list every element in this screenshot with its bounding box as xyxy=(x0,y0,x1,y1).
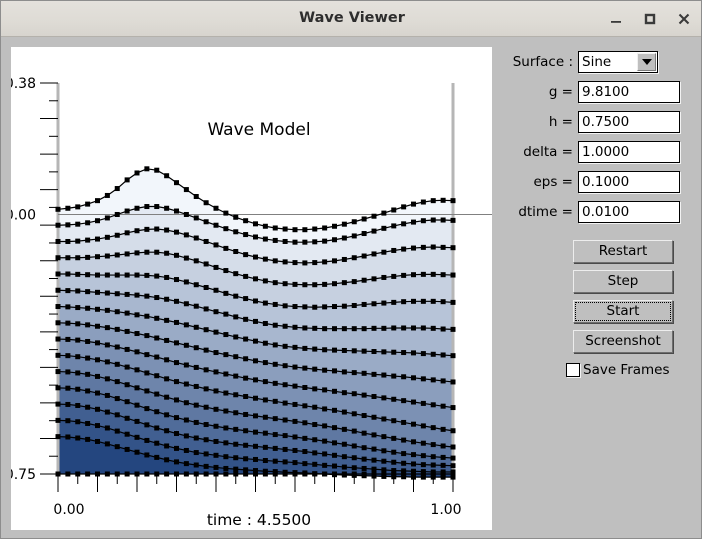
wave-viewer-window: Wave Viewer Wave Model 0.38 0.00 -0.75 0.00 xyxy=(0,0,702,539)
surface-label: Surface : xyxy=(512,54,573,70)
h-label: h = xyxy=(548,114,573,130)
window-title: Wave Viewer xyxy=(299,10,405,26)
surface-row: Surface : Sine xyxy=(505,51,658,73)
svg-text:0.38: 0.38 xyxy=(11,76,36,92)
g-input[interactable]: 9.8100 xyxy=(578,81,680,103)
eps-label: eps = xyxy=(533,174,573,190)
chart-title: Wave Model xyxy=(207,120,310,140)
control-panel: Surface : Sine g = 9.8100 h = 0.7500 del… xyxy=(496,45,696,525)
wave-model-chart: Wave Model 0.38 0.00 -0.75 0.00 1.00 time : … xyxy=(11,76,492,529)
chart-time-label: time : 4.5500 xyxy=(207,511,311,529)
chevron-down-icon[interactable] xyxy=(637,53,656,71)
svg-text:0.00: 0.00 xyxy=(11,207,36,223)
save-frames-row[interactable]: Save Frames xyxy=(566,360,670,380)
svg-text:1.00: 1.00 xyxy=(430,502,461,518)
screenshot-button[interactable]: Screenshot xyxy=(573,330,673,353)
delta-input[interactable]: 1.0000 xyxy=(578,141,680,163)
save-frames-checkbox[interactable] xyxy=(566,363,580,377)
maximize-icon[interactable] xyxy=(640,9,660,29)
g-row: g = 9.8100 xyxy=(505,81,680,103)
step-button[interactable]: Step xyxy=(573,270,673,293)
plot-panel: Wave Model 0.38 0.00 -0.75 0.00 1.00 time : … xyxy=(11,47,492,530)
h-row: h = 0.7500 xyxy=(505,111,680,133)
svg-text:-0.75: -0.75 xyxy=(11,467,36,483)
surface-select[interactable]: Sine xyxy=(578,51,658,73)
start-button[interactable]: Start xyxy=(573,300,673,323)
close-icon[interactable] xyxy=(674,9,694,29)
title-bar: Wave Viewer xyxy=(1,1,701,37)
dtime-label: dtime = xyxy=(518,204,573,220)
dtime-input[interactable]: 0.0100 xyxy=(578,201,680,223)
start-button-label: Start xyxy=(606,303,640,319)
g-label: g = xyxy=(548,84,573,100)
svg-text:0.00: 0.00 xyxy=(53,502,84,518)
minimize-icon[interactable] xyxy=(606,9,626,29)
surface-select-value: Sine xyxy=(582,54,612,70)
delta-row: delta = 1.0000 xyxy=(505,141,680,163)
restart-button[interactable]: Restart xyxy=(573,240,673,263)
eps-input[interactable]: 0.1000 xyxy=(578,171,680,193)
h-input[interactable]: 0.7500 xyxy=(578,111,680,133)
save-frames-label: Save Frames xyxy=(583,362,670,378)
delta-label: delta = xyxy=(523,144,573,160)
dtime-row: dtime = 0.0100 xyxy=(505,201,680,223)
eps-row: eps = 0.1000 xyxy=(505,171,680,193)
